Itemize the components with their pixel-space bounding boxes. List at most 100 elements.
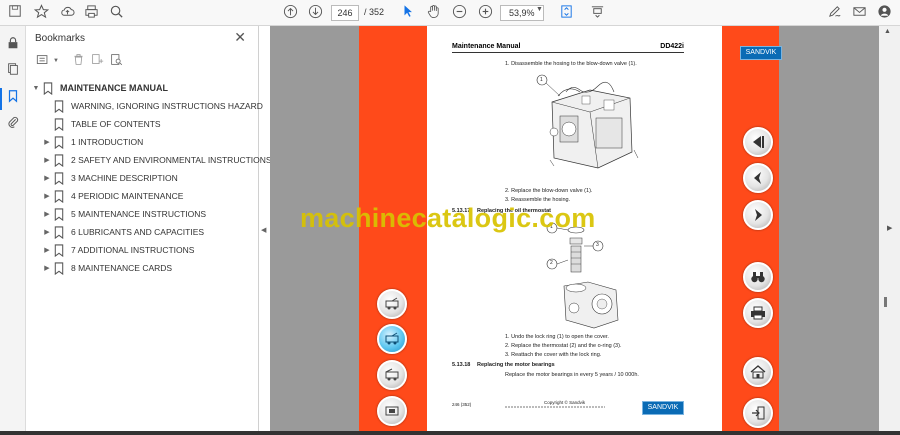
bookmark-item[interactable]: ▶ 2 SAFETY AND ENVIRONMENTAL INSTRUCTION…: [42, 152, 272, 168]
account-icon[interactable]: [875, 4, 893, 22]
chevron-down-icon[interactable]: ▼: [31, 85, 41, 92]
chevron-right-icon[interactable]: ▶: [42, 228, 52, 236]
bookmark-item[interactable]: WARNING, IGNORING INSTRUCTIONS HAZARD: [42, 98, 263, 114]
section-title: Replacing the motor bearings: [477, 362, 555, 368]
prev-page-icon[interactable]: [281, 4, 299, 22]
bookmark-label: 4 PERIODIC MAINTENANCE: [71, 191, 184, 201]
instruction-step: 1. Undo the lock ring (1) to open the co…: [505, 334, 609, 340]
page-number-input[interactable]: 246: [331, 5, 359, 21]
zoom-out-icon[interactable]: [450, 4, 468, 22]
bookmark-item[interactable]: ▶ 7 ADDITIONAL INSTRUCTIONS: [42, 242, 194, 258]
next-page-button[interactable]: [743, 200, 773, 230]
next-page-arrow-icon[interactable]: ▶: [887, 224, 892, 232]
previous-page-button[interactable]: [743, 163, 773, 193]
bookmark-item[interactable]: ▶ 4 PERIODIC MAINTENANCE: [42, 188, 183, 204]
instruction-step: 1. Disassemble the hosing to the blow-do…: [505, 61, 637, 67]
chevron-right-icon[interactable]: ▶: [42, 210, 52, 218]
bookmark-item[interactable]: ▶ 3 MACHINE DESCRIPTION: [42, 170, 178, 186]
add-bookmark-icon[interactable]: [89, 53, 105, 69]
save-icon[interactable]: [6, 4, 24, 22]
bookmark-item[interactable]: TABLE OF CONTENTS: [42, 116, 161, 132]
bookmark-label: 8 MAINTENANCE CARDS: [71, 263, 173, 273]
figure-callout: 1: [540, 77, 543, 83]
pages-thumbnails-icon[interactable]: [4, 62, 22, 80]
machine-front-icon: [385, 368, 399, 381]
first-page-button[interactable]: [743, 127, 773, 157]
binoculars-icon: [751, 272, 765, 283]
bookmark-label: MAINTENANCE MANUAL: [60, 83, 168, 93]
print-button[interactable]: [743, 298, 773, 328]
cloud-upload-icon[interactable]: [58, 4, 76, 22]
figure-callout: 2: [550, 260, 553, 266]
scroll-mode-icon[interactable]: [588, 4, 606, 22]
footer-page-number: 246 (352): [452, 402, 472, 407]
mail-icon[interactable]: [850, 4, 868, 22]
lock-icon[interactable]: [4, 36, 22, 54]
watermark-text: machinecatalogic.com: [300, 203, 596, 233]
bookmark-icon: [54, 225, 64, 239]
bookmark-label: 2 SAFETY AND ENVIRONMENTAL INSTRUCTIONS: [71, 155, 272, 165]
star-icon[interactable]: [32, 4, 50, 22]
instruction-step: 2. Replace the blow-down valve (1).: [505, 188, 593, 194]
chevron-right-icon[interactable]: ▶: [42, 156, 52, 164]
zoom-search-icon[interactable]: [107, 4, 125, 22]
bookmark-item[interactable]: ▶ 8 MAINTENANCE CARDS: [42, 260, 172, 276]
chevron-right-icon[interactable]: ▶: [42, 138, 52, 146]
collapse-panel-icon[interactable]: ◀: [261, 226, 266, 234]
bookmark-icon: [54, 135, 64, 149]
zoom-in-icon[interactable]: [476, 4, 494, 22]
chevron-down-icon[interactable]: ▼: [536, 6, 543, 13]
sandvik-footer-logo: SANDVIK: [642, 401, 684, 415]
print-icon[interactable]: [82, 4, 100, 22]
bookmark-item[interactable]: ▶ 5 MAINTENANCE INSTRUCTIONS: [42, 206, 206, 222]
nav-button-left-1[interactable]: [377, 289, 407, 319]
bookmark-label: 1 INTRODUCTION: [71, 137, 144, 147]
hand-tool-icon[interactable]: [424, 4, 442, 22]
close-icon[interactable]: ✕: [234, 29, 246, 46]
nav-button-left-2[interactable]: [377, 324, 407, 354]
bookmark-search-icon[interactable]: [108, 53, 124, 69]
machine-side-icon: [385, 297, 399, 310]
exit-door-icon: [752, 406, 765, 420]
bookmark-icon[interactable]: [4, 89, 22, 107]
bookmark-label: 3 MACHINE DESCRIPTION: [71, 173, 178, 183]
chevron-down-icon[interactable]: ▼: [48, 53, 64, 69]
manual-title: Maintenance Manual: [452, 43, 521, 50]
sandvik-logo: SANDVIK: [740, 46, 782, 60]
bookmark-icon: [54, 117, 64, 131]
scroll-up-icon[interactable]: ▲: [884, 28, 891, 35]
chevron-left-icon: [754, 172, 761, 184]
active-rail-indicator: [0, 88, 2, 110]
bookmark-item[interactable]: ▼ MAINTENANCE MANUAL: [31, 80, 168, 96]
attachment-icon[interactable]: [4, 115, 22, 133]
chevron-right-icon[interactable]: ▶: [42, 174, 52, 182]
left-navigation-rail: [0, 26, 26, 435]
delete-icon[interactable]: [70, 53, 86, 69]
taskbar-edge: [0, 431, 900, 435]
section-number: 5.13.18: [452, 362, 471, 368]
search-binoculars-button[interactable]: [743, 262, 773, 292]
exit-button[interactable]: [743, 398, 773, 428]
bookmark-icon: [54, 207, 64, 221]
bookmark-icon: [54, 261, 64, 275]
nav-button-left-4[interactable]: [377, 396, 407, 426]
select-cursor-icon[interactable]: [399, 4, 417, 22]
nav-button-left-3[interactable]: [377, 360, 407, 390]
page-total: / 352: [364, 7, 385, 17]
bookmark-item[interactable]: ▶ 6 LUBRICANTS AND CAPACITIES: [42, 224, 204, 240]
chevron-right-icon[interactable]: ▶: [42, 246, 52, 254]
page-fit-icon[interactable]: [557, 4, 575, 22]
chevron-right-icon: [755, 209, 762, 221]
bookmark-label: TABLE OF CONTENTS: [71, 119, 161, 129]
bookmark-icon: [43, 81, 53, 95]
bookmark-item[interactable]: ▶ 1 INTRODUCTION: [42, 134, 143, 150]
scrollbar-thumb[interactable]: [884, 297, 887, 307]
bookmarks-panel: Bookmarks ✕ ▼ ▼ MAINTENANCE MANUAL WARNI…: [27, 26, 272, 435]
machine-active-icon: [385, 332, 399, 345]
bookmark-icon: [54, 171, 64, 185]
sign-pen-icon[interactable]: [825, 4, 843, 22]
home-button[interactable]: [743, 357, 773, 387]
chevron-right-icon[interactable]: ▶: [42, 192, 52, 200]
chevron-right-icon[interactable]: ▶: [42, 264, 52, 272]
next-page-icon[interactable]: [306, 4, 324, 22]
